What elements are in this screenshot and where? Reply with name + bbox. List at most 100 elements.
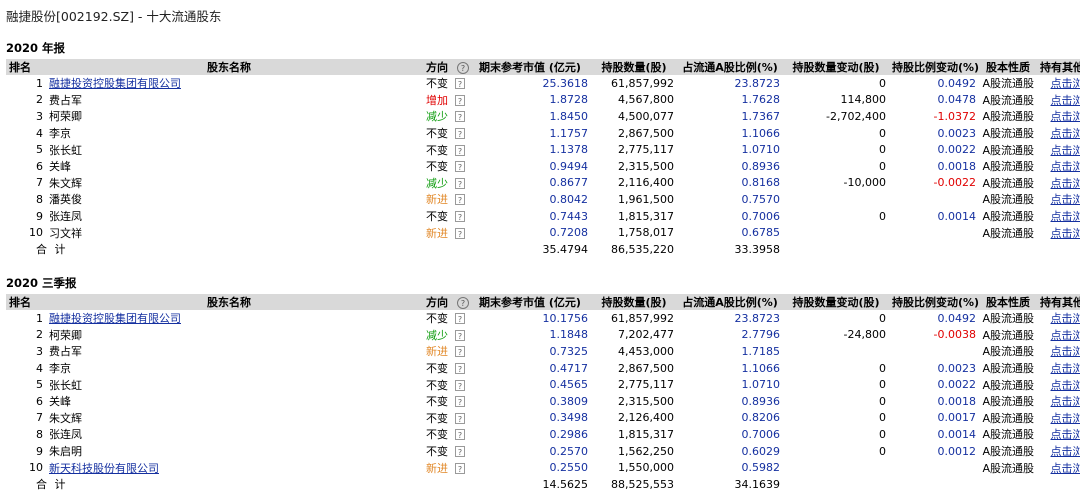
row-other-holdings-cell: 点击浏览	[1037, 158, 1080, 175]
question-mark-icon[interactable]: ?	[455, 194, 465, 206]
browse-other-holdings-link[interactable]: 点击浏览	[1051, 177, 1080, 190]
section-title-q3: 2020 三季报	[6, 276, 77, 290]
browse-other-holdings-link[interactable]: 点击浏览	[1051, 193, 1080, 206]
holders-table-annual: 排名 股东名称 方向? 期末参考市值 (亿元) 持股数量(股) 占流通A股比例(%) 持股数…	[6, 59, 1080, 258]
row-float-ratio: 1.0710	[741, 378, 781, 392]
row-float-ratio: 1.7185	[741, 344, 781, 358]
row-market-value: 1.1848	[549, 328, 589, 342]
browse-other-holdings-link[interactable]: 点击浏览	[1051, 94, 1080, 107]
row-direction: 减少	[426, 110, 448, 124]
table-row: 6 关峰 不变? 0.3809 2,315,500 0.8936 0 0.0018 A股流通股 点…	[6, 393, 1080, 410]
row-ratio-change	[889, 343, 979, 360]
section-title-annual: 2020 年报	[6, 41, 66, 55]
question-mark-icon[interactable]: ?	[455, 111, 465, 123]
browse-other-holdings-link[interactable]: 点击浏览	[1051, 110, 1080, 123]
row-other-holdings-cell: 点击浏览	[1037, 443, 1080, 460]
table-row: 7 朱文辉 减少? 0.8677 2,116,400 0.8168 -10,000 -0.00…	[6, 175, 1080, 192]
question-mark-icon[interactable]: ?	[455, 94, 465, 106]
browse-other-holdings-link[interactable]: 点击浏览	[1051, 395, 1080, 408]
browse-other-holdings-link[interactable]: 点击浏览	[1051, 144, 1080, 157]
question-mark-icon[interactable]: ?	[455, 128, 465, 140]
row-share-nature: A股流通股	[982, 193, 1034, 207]
question-mark-icon[interactable]: ?	[455, 429, 465, 441]
row-holder-name-cell: 融捷投资控股集团有限公司	[46, 310, 412, 327]
header-market-value: 期末参考市值 (亿元)	[469, 294, 591, 310]
table-row: 1 融捷投资控股集团有限公司 不变? 10.1756 61,857,992 23.8723…	[6, 310, 1080, 327]
question-mark-icon[interactable]: ?	[455, 446, 465, 458]
browse-other-holdings-link[interactable]: 点击浏览	[1051, 428, 1080, 441]
question-mark-icon[interactable]: ?	[455, 211, 465, 223]
question-mark-icon[interactable]: ?	[455, 177, 465, 189]
row-direction: 不变	[426, 411, 448, 425]
row-direction: 不变	[426, 210, 448, 224]
table-row: 6 关峰 不变? 0.9494 2,315,500 0.8936 0 0.0018 A股流通股 点…	[6, 158, 1080, 175]
row-rank: 5	[36, 143, 43, 157]
browse-other-holdings-link[interactable]: 点击浏览	[1051, 345, 1080, 358]
browse-other-holdings-link[interactable]: 点击浏览	[1051, 312, 1080, 325]
row-share-nature: A股流通股	[982, 445, 1034, 459]
question-mark-icon[interactable]: ?	[455, 412, 465, 424]
row-market-value: 25.3618	[542, 76, 589, 90]
holder-name: 张长虹	[49, 143, 82, 157]
total-row: 合 计 14.5625 88,525,553 34.1639	[6, 476, 1080, 493]
question-mark-icon[interactable]: ?	[455, 379, 465, 391]
question-mark-icon[interactable]: ?	[455, 462, 465, 474]
row-direction: 不变	[426, 445, 448, 459]
browse-other-holdings-link[interactable]: 点击浏览	[1051, 412, 1080, 425]
browse-other-holdings-link[interactable]: 点击浏览	[1051, 379, 1080, 392]
row-direction: 不变	[426, 395, 448, 409]
row-shares: 61,857,992	[611, 311, 674, 325]
question-mark-icon[interactable]: ?	[455, 144, 465, 156]
row-other-holdings-cell: 点击浏览	[1037, 208, 1080, 225]
header-rank: 排名	[6, 59, 46, 75]
browse-other-holdings-link[interactable]: 点击浏览	[1051, 362, 1080, 375]
browse-other-holdings-link[interactable]: 点击浏览	[1051, 462, 1080, 475]
header-help: ?	[451, 294, 469, 310]
browse-other-holdings-link[interactable]: 点击浏览	[1051, 445, 1080, 458]
question-mark-icon[interactable]: ?	[455, 329, 465, 341]
row-help-cell: ?	[451, 310, 469, 327]
row-help-cell: ?	[451, 158, 469, 175]
row-share-change: -24,800	[843, 328, 886, 342]
browse-other-holdings-link[interactable]: 点击浏览	[1051, 127, 1080, 140]
browse-other-holdings-link[interactable]: 点击浏览	[1051, 77, 1080, 90]
header-rank: 排名	[6, 294, 46, 310]
browse-other-holdings-link[interactable]: 点击浏览	[1051, 329, 1080, 342]
holder-name: 潘英俊	[49, 193, 82, 207]
header-shares: 持股数量(股)	[591, 294, 677, 310]
browse-other-holdings-link[interactable]: 点击浏览	[1051, 210, 1080, 223]
holder-name-link[interactable]: 融捷投资控股集团有限公司	[49, 77, 181, 90]
holder-name: 李京	[49, 362, 71, 376]
question-mark-icon[interactable]: ?	[455, 363, 465, 375]
row-rank: 5	[36, 378, 43, 392]
question-mark-icon[interactable]: ?	[455, 396, 465, 408]
row-share-change: 0	[879, 209, 886, 223]
question-mark-icon[interactable]: ?	[455, 161, 465, 173]
row-ratio-change: 0.0017	[937, 411, 977, 425]
row-float-ratio: 0.7570	[741, 192, 781, 206]
row-rank: 7	[36, 176, 43, 190]
row-direction: 不变	[426, 127, 448, 141]
total-spacer-right	[783, 241, 1080, 258]
question-mark-icon[interactable]: ?	[455, 346, 465, 358]
help-circle-icon[interactable]: ?	[457, 296, 469, 309]
browse-other-holdings-link[interactable]: 点击浏览	[1051, 227, 1080, 240]
table-header-row: 排名 股东名称 方向? 期末参考市值 (亿元) 持股数量(股) 占流通A股比例(%) 持股数…	[6, 294, 1080, 310]
row-market-value: 1.8728	[549, 93, 589, 107]
total-row: 合 计 35.4794 86,535,220 33.3958	[6, 241, 1080, 258]
row-rank: 9	[36, 444, 43, 458]
row-share-nature: A股流通股	[982, 378, 1034, 392]
row-holder-name-cell: 融捷投资控股集团有限公司	[46, 75, 412, 92]
help-circle-icon[interactable]: ?	[457, 61, 469, 74]
holder-name-link[interactable]: 新天科技股份有限公司	[49, 462, 159, 475]
row-float-ratio: 1.1066	[741, 361, 781, 375]
question-mark-icon[interactable]: ?	[455, 227, 465, 239]
browse-other-holdings-link[interactable]: 点击浏览	[1051, 160, 1080, 173]
row-rank: 4	[36, 361, 43, 375]
row-float-ratio: 0.8168	[741, 176, 781, 190]
row-rank: 3	[36, 109, 43, 123]
question-mark-icon[interactable]: ?	[455, 78, 465, 90]
question-mark-icon[interactable]: ?	[455, 313, 465, 325]
holder-name-link[interactable]: 融捷投资控股集团有限公司	[49, 312, 181, 325]
row-market-value: 0.8042	[549, 192, 589, 206]
